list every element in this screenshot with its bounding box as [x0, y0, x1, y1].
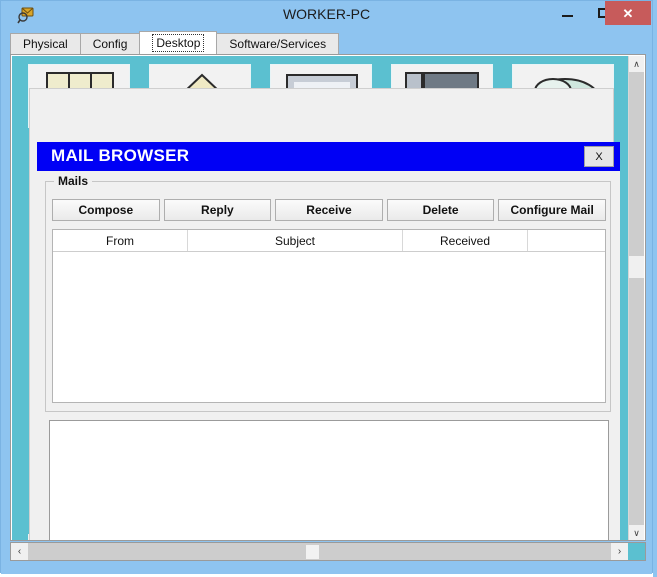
tab-software-services[interactable]: Software/Services — [216, 33, 340, 54]
mail-list-table[interactable]: From Subject Received — [52, 229, 606, 403]
scroll-right-icon[interactable]: › — [611, 543, 628, 560]
receive-button[interactable]: Receive — [275, 199, 383, 221]
tab-desktop-label: Desktop — [152, 34, 205, 52]
mail-list-header-row: From Subject Received — [53, 230, 605, 252]
background-right-edge — [653, 0, 657, 577]
delete-button[interactable]: Delete — [386, 199, 495, 221]
column-header-subject[interactable]: Subject — [188, 230, 403, 251]
mail-list-rows[interactable] — [53, 252, 605, 402]
column-header-spacer[interactable] — [528, 230, 605, 251]
mails-group-label: Mails — [54, 174, 93, 188]
message-preview-pane[interactable] — [49, 420, 609, 540]
tab-config-label: Config — [92, 37, 128, 51]
column-header-received-label: Received — [439, 233, 491, 248]
tab-physical[interactable]: Physical — [10, 33, 81, 54]
minimize-button[interactable] — [549, 1, 585, 25]
mail-action-toolbar: Compose Reply Receive Delete Configure M… — [52, 199, 606, 221]
column-header-from-label: From — [106, 233, 134, 248]
window-bottom-strip — [1, 563, 652, 574]
device-tab-bar: Physical Config Desktop Software/Service… — [10, 31, 340, 54]
desktop-panel: MAIL BROWSER X Mails Compose Reply Recei… — [10, 54, 646, 541]
column-header-received[interactable]: Received — [403, 230, 528, 251]
compose-button[interactable]: Compose — [52, 199, 160, 221]
mail-browser-close-button[interactable]: X — [584, 146, 614, 167]
horizontal-scroll-track[interactable] — [28, 543, 611, 560]
vertical-scroll-thumb[interactable] — [629, 256, 644, 278]
desktop-vertical-scrollbar[interactable]: ∧ ∨ — [628, 56, 644, 540]
worker-pc-window: WORKER-PC ✕ Physical Config Desktop Soft… — [0, 0, 653, 574]
mails-group-box: Mails Compose Reply Receive Delete Confi… — [45, 174, 611, 412]
close-icon: X — [595, 150, 603, 163]
scrollbar-corner — [628, 543, 645, 560]
column-header-subject-label: Subject — [274, 233, 316, 248]
close-icon: ✕ — [622, 5, 634, 21]
tab-config[interactable]: Config — [79, 33, 141, 54]
receive-button-label: Receive — [306, 203, 352, 217]
delete-button-label: Delete — [422, 203, 459, 217]
horizontal-scroll-thumb[interactable] — [306, 545, 319, 559]
mail-browser-title-bar: MAIL BROWSER X — [37, 142, 620, 171]
mail-browser-title: MAIL BROWSER — [51, 146, 190, 165]
close-window-button[interactable]: ✕ — [605, 1, 651, 25]
reply-button-label: Reply — [201, 203, 234, 217]
tab-physical-label: Physical — [23, 37, 68, 51]
configure-mail-button[interactable]: Configure Mail — [498, 199, 606, 221]
desktop-canvas: MAIL BROWSER X Mails Compose Reply Recei… — [12, 56, 629, 540]
column-header-from[interactable]: From — [53, 230, 188, 251]
minimize-icon — [561, 15, 573, 17]
scroll-down-icon[interactable]: ∨ — [629, 525, 644, 540]
compose-button-label: Compose — [78, 203, 134, 217]
vertical-scroll-track[interactable] — [629, 72, 644, 525]
scroll-left-icon[interactable]: ‹ — [11, 543, 28, 560]
configure-mail-button-label: Configure Mail — [510, 203, 594, 217]
reply-button[interactable]: Reply — [163, 199, 272, 221]
tab-software-services-label: Software/Services — [229, 37, 327, 51]
desktop-horizontal-scrollbar[interactable]: ‹ › — [10, 542, 646, 561]
scroll-up-icon[interactable]: ∧ — [629, 56, 644, 72]
window-title-bar: WORKER-PC ✕ — [1, 1, 652, 29]
tab-desktop[interactable]: Desktop — [139, 31, 218, 54]
mail-browser-body: Mails Compose Reply Receive Delete Confi… — [37, 171, 620, 540]
mail-browser-dialog: MAIL BROWSER X Mails Compose Reply Recei… — [30, 89, 620, 540]
